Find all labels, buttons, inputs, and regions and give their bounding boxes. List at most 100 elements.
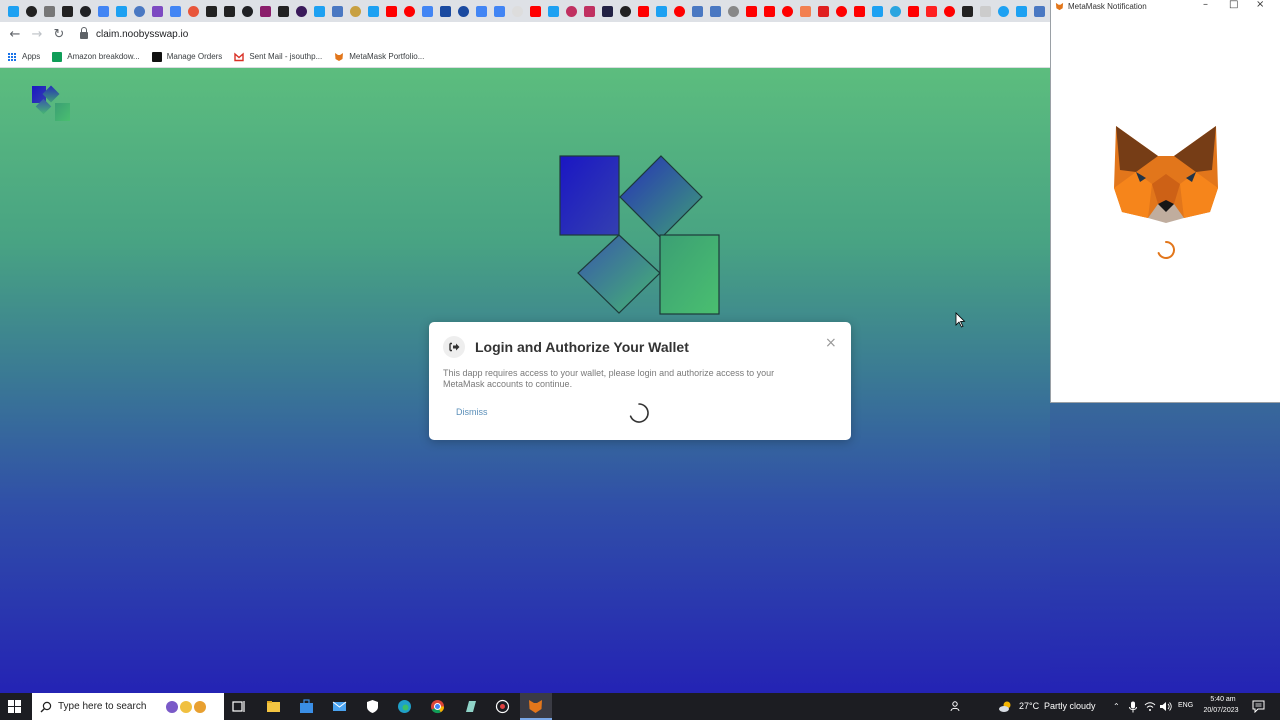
mail-icon[interactable] [332,699,347,714]
show-hidden-icons-chevron-icon[interactable]: ⌃ [1113,702,1120,711]
pinned-tab[interactable] [598,0,616,22]
pinned-tab[interactable] [652,0,670,22]
minimize-icon[interactable]: – [1203,0,1208,10]
url-field[interactable]: claim.noobysswap.io [96,29,188,40]
edge-browser-icon[interactable] [397,699,412,714]
pinned-tab[interactable] [382,0,400,22]
pinned-tab[interactable] [976,0,994,22]
pinned-tab[interactable] [616,0,634,22]
pinned-tab[interactable] [472,0,490,22]
pinned-tab[interactable] [130,0,148,22]
mouse-cursor [955,312,966,328]
pinned-tab[interactable] [940,0,958,22]
window-close-icon[interactable]: × [1256,0,1264,10]
pinned-tab[interactable] [310,0,328,22]
pinned-tab[interactable] [742,0,760,22]
bookmark-amazon-breakdown[interactable]: Amazon breakdow... [52,51,140,62]
pinned-tab[interactable] [4,0,22,22]
pinned-tab[interactable] [544,0,562,22]
forward-icon[interactable]: → [26,27,48,42]
notes-app-icon[interactable] [463,699,478,714]
pinned-tab[interactable] [202,0,220,22]
bookmark-manage-orders[interactable]: Manage Orders [151,51,222,62]
pinned-tab[interactable] [958,0,976,22]
bookmark-apps[interactable]: Apps [8,52,40,61]
pinned-tab[interactable] [1030,0,1048,22]
volume-icon[interactable] [1159,701,1172,712]
wifi-icon[interactable] [1144,701,1156,712]
pinned-tab[interactable] [418,0,436,22]
windows-start-icon[interactable] [8,700,21,713]
pinned-tab[interactable] [688,0,706,22]
pinned-tab[interactable] [346,0,364,22]
pinned-tab[interactable] [562,0,580,22]
weather-partly-cloudy-icon[interactable] [998,699,1013,714]
pinned-tab[interactable] [238,0,256,22]
weather-description[interactable]: Partly cloudy [1044,701,1096,711]
reload-icon[interactable]: ↻ [48,27,70,42]
microphone-icon[interactable] [1128,701,1138,713]
windows-security-icon[interactable] [365,699,380,714]
bookmark-metamask-portfolio[interactable]: MetaMask Portfolio... [334,52,424,62]
pinned-tab[interactable] [292,0,310,22]
pinned-tab[interactable] [256,0,274,22]
taskbar-search-box[interactable]: Type here to search [32,693,224,720]
file-explorer-icon[interactable] [266,699,281,714]
pinned-tab[interactable] [328,0,346,22]
pinned-tab[interactable] [778,0,796,22]
modal-body-text: This dapp requires access to your wallet… [443,368,775,389]
notifications-icon[interactable] [1252,700,1265,713]
pinned-tab[interactable] [58,0,76,22]
pinned-tab[interactable] [1012,0,1030,22]
pinned-tab[interactable] [112,0,130,22]
pinned-tab[interactable] [508,0,526,22]
pinned-tab[interactable] [922,0,940,22]
pinned-tab[interactable] [490,0,508,22]
back-icon[interactable]: ← [4,27,26,42]
pinned-tab[interactable] [796,0,814,22]
maximize-icon[interactable]: □ [1229,0,1238,10]
pinned-tab[interactable] [634,0,652,22]
pinned-tab[interactable] [868,0,886,22]
pinned-tab[interactable] [436,0,454,22]
pinned-tab[interactable] [580,0,598,22]
dismiss-button[interactable]: Dismiss [456,407,488,417]
pinned-tab[interactable] [670,0,688,22]
pinned-tab[interactable] [148,0,166,22]
people-icon[interactable] [950,700,962,712]
clock-time[interactable]: 5:40 am [1205,696,1241,703]
pinned-tab[interactable] [220,0,238,22]
pinned-tab[interactable] [400,0,418,22]
pinned-tab[interactable] [760,0,778,22]
recorder-app-icon[interactable] [495,699,510,714]
pinned-tab[interactable] [850,0,868,22]
pinned-tab[interactable] [706,0,724,22]
language-indicator[interactable]: ENG [1178,702,1193,709]
pinned-tab[interactable] [454,0,472,22]
close-icon[interactable]: × [825,335,837,351]
microsoft-store-icon[interactable] [299,699,314,714]
pinned-tab[interactable] [184,0,202,22]
pinned-tab[interactable] [22,0,40,22]
pinned-tab[interactable] [40,0,58,22]
pinned-tab[interactable] [814,0,832,22]
tab-favicon-icon [583,5,595,17]
pinned-tab[interactable] [886,0,904,22]
site-logo-small[interactable] [32,85,70,121]
pinned-tab[interactable] [724,0,742,22]
pinned-tab[interactable] [994,0,1012,22]
pinned-tab[interactable] [904,0,922,22]
bookmark-sent-mail[interactable]: Sent Mail - jsouthp... [234,51,322,62]
pinned-tab[interactable] [76,0,94,22]
pinned-tab[interactable] [166,0,184,22]
pinned-tab[interactable] [832,0,850,22]
pinned-tab[interactable] [94,0,112,22]
weather-temperature[interactable]: 27°C [1019,701,1039,711]
chrome-browser-icon[interactable] [430,699,445,714]
pinned-tab[interactable] [274,0,292,22]
pinned-tab[interactable] [364,0,382,22]
pinned-tab[interactable] [526,0,544,22]
clock-date[interactable]: 20/07/2023 [1200,707,1242,714]
task-view-icon[interactable] [232,699,247,714]
active-app-highlight[interactable] [520,693,552,720]
